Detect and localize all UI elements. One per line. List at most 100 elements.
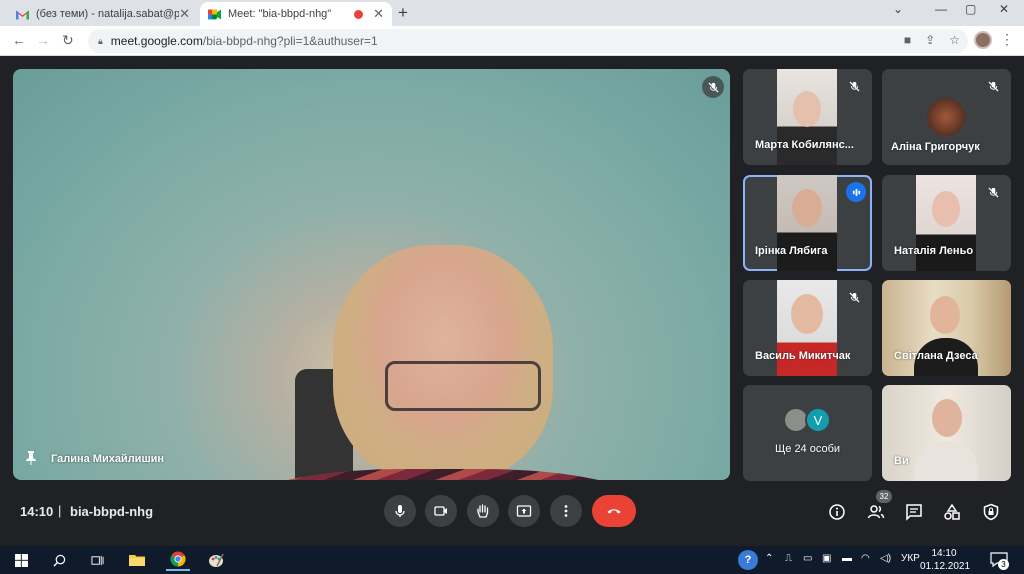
info-icon bbox=[829, 504, 845, 520]
pin-icon[interactable] bbox=[25, 451, 37, 465]
display-icon[interactable]: ▭ bbox=[803, 553, 812, 564]
more-options-button[interactable] bbox=[550, 495, 582, 527]
windows-start-icon[interactable] bbox=[12, 551, 30, 569]
camera-permission-icon[interactable]: ■ bbox=[904, 33, 911, 47]
participant-tile[interactable]: Василь Микитчак bbox=[743, 280, 872, 376]
chevron-up-icon[interactable]: ⌃ bbox=[765, 553, 773, 564]
participant-name: Марта Кобилянс... bbox=[755, 139, 854, 151]
camera-icon bbox=[434, 506, 447, 516]
bookmark-star-icon[interactable]: ☆ bbox=[949, 33, 960, 47]
share-icon[interactable]: ⇪ bbox=[925, 33, 935, 47]
chrome-taskbar-icon[interactable] bbox=[166, 548, 190, 571]
url-path: /bia-bbpd-nhg?pli=1&authuser=1 bbox=[202, 34, 378, 48]
recording-icon bbox=[354, 9, 364, 19]
camera-tray-icon[interactable]: ▣ bbox=[822, 553, 831, 564]
back-button[interactable]: ← bbox=[12, 32, 26, 48]
participant-tile[interactable]: Світлана Дзеса bbox=[882, 280, 1011, 376]
task-view-icon[interactable] bbox=[88, 551, 106, 569]
close-window-button[interactable]: ✕ bbox=[999, 2, 1009, 16]
self-face bbox=[932, 399, 962, 437]
url-host: meet.google.com bbox=[110, 34, 203, 48]
others-avatars: V bbox=[783, 407, 831, 433]
participant-tile[interactable]: Марта Кобилянс... bbox=[743, 69, 872, 165]
more-options-icon bbox=[564, 505, 568, 517]
url-input[interactable]: 🔒︎ meet.google.com/bia-bbpd-nhg?pli=1&au… bbox=[88, 29, 968, 53]
participant-tile[interactable]: Ірінка Лябига bbox=[743, 175, 872, 271]
participant-name: Наталія Леньо bbox=[894, 245, 974, 257]
self-tile[interactable]: Ви bbox=[882, 385, 1011, 481]
participant-name: Аліна Григорчук bbox=[891, 141, 980, 153]
host-controls-button[interactable] bbox=[981, 502, 1001, 522]
close-tab-icon[interactable]: ✕ bbox=[373, 6, 384, 22]
mic-off-icon bbox=[702, 76, 724, 98]
participant-face bbox=[793, 91, 821, 127]
address-bar: ← → ↻ 🔒︎ meet.google.com/bia-bbpd-nhg?pl… bbox=[0, 26, 1024, 56]
present-button[interactable] bbox=[508, 495, 540, 527]
participant-tile[interactable]: Наталія Леньо bbox=[882, 175, 1011, 271]
notification-count: 3 bbox=[998, 559, 1009, 570]
close-tab-icon[interactable]: ✕ bbox=[179, 6, 190, 22]
meeting-code: bia-bbpd-nhg bbox=[70, 504, 154, 519]
mic-off-icon bbox=[843, 75, 865, 97]
meeting-details-button[interactable] bbox=[827, 502, 847, 522]
search-icon[interactable] bbox=[50, 551, 68, 569]
speaker-video-glasses bbox=[385, 361, 541, 411]
paint-icon[interactable] bbox=[207, 551, 225, 569]
meeting-separator: | bbox=[58, 503, 62, 518]
chat-icon bbox=[906, 504, 922, 521]
participant-face bbox=[792, 189, 822, 227]
participant-avatar bbox=[927, 98, 965, 136]
battery-icon[interactable]: ▬ bbox=[842, 553, 852, 564]
chevron-down-icon[interactable]: ⌄ bbox=[893, 2, 903, 16]
people-icon bbox=[867, 505, 885, 519]
clock-date: 01.12.2021 bbox=[920, 561, 971, 572]
others-count-label: Ще 24 особи bbox=[774, 443, 841, 455]
host-controls-icon bbox=[983, 503, 999, 521]
file-explorer-icon[interactable] bbox=[128, 551, 146, 569]
profile-avatar[interactable] bbox=[974, 31, 992, 49]
mic-off-icon bbox=[843, 286, 865, 308]
volume-icon[interactable]: ◁) bbox=[880, 553, 891, 564]
participant-name: Світлана Дзеса bbox=[894, 350, 978, 362]
browser-menu-icon[interactable]: ⋮ bbox=[1000, 31, 1014, 48]
wifi-icon[interactable]: ◠ bbox=[861, 553, 870, 564]
people-button[interactable] bbox=[866, 502, 886, 522]
gmail-icon bbox=[16, 9, 29, 19]
help-icon[interactable]: ? bbox=[738, 550, 758, 570]
chat-button[interactable] bbox=[904, 502, 924, 522]
mic-button[interactable] bbox=[384, 495, 416, 527]
browser-tab-bar: (без теми) - natalija.sabat@pnu.e ✕ Meet… bbox=[0, 0, 1024, 26]
participant-name: Ірінка Лябига bbox=[755, 245, 828, 257]
maximize-button[interactable]: ▢ bbox=[965, 2, 976, 16]
new-tab-button[interactable]: + bbox=[398, 3, 408, 23]
others-tile[interactable]: V Ще 24 особи bbox=[743, 385, 872, 481]
leave-call-icon bbox=[607, 509, 621, 514]
lock-icon: 🔒︎ bbox=[98, 35, 103, 46]
language-indicator[interactable]: УКР bbox=[901, 553, 920, 564]
activities-button[interactable] bbox=[942, 502, 962, 522]
self-name: Ви bbox=[894, 455, 909, 467]
participant-face bbox=[791, 294, 823, 334]
avatar: V bbox=[805, 407, 831, 433]
participant-count-badge: 32 bbox=[876, 490, 892, 503]
main-speaker-tile[interactable]: Галина Михайлишин bbox=[13, 69, 730, 480]
tab-title: Meet: "bia-bbpd-nhg" bbox=[228, 8, 332, 20]
participant-tile[interactable]: Аліна Григорчук bbox=[882, 69, 1011, 165]
windows-taskbar: ? ⌃ ⎍ ▭ ▣ ▬ ◠ ◁) УКР 14:10 01.12.2021 3 bbox=[0, 546, 1024, 574]
raise-hand-icon bbox=[477, 504, 489, 518]
reload-button[interactable]: ↻ bbox=[62, 32, 74, 49]
forward-button[interactable]: → bbox=[36, 32, 50, 48]
speaking-indicator-icon bbox=[846, 182, 866, 202]
tab-title: (без теми) - natalija.sabat@pnu.e bbox=[36, 8, 180, 20]
leave-call-button[interactable] bbox=[592, 495, 636, 527]
mic-off-icon bbox=[982, 75, 1004, 97]
tab-meet[interactable]: Meet: "bia-bbpd-nhg" ✕ bbox=[200, 2, 392, 26]
minimize-button[interactable]: — bbox=[935, 2, 947, 16]
meeting-time: 14:10 bbox=[20, 504, 54, 519]
raise-hand-button[interactable] bbox=[467, 495, 499, 527]
main-speaker-name: Галина Михайлишин bbox=[51, 453, 165, 465]
camera-button[interactable] bbox=[425, 495, 457, 527]
usb-icon[interactable]: ⎍ bbox=[785, 553, 792, 564]
tab-gmail[interactable]: (без теми) - natalija.sabat@pnu.e ✕ bbox=[8, 2, 198, 26]
taskbar-clock[interactable]: 14:10 01.12.2021 bbox=[920, 547, 971, 573]
